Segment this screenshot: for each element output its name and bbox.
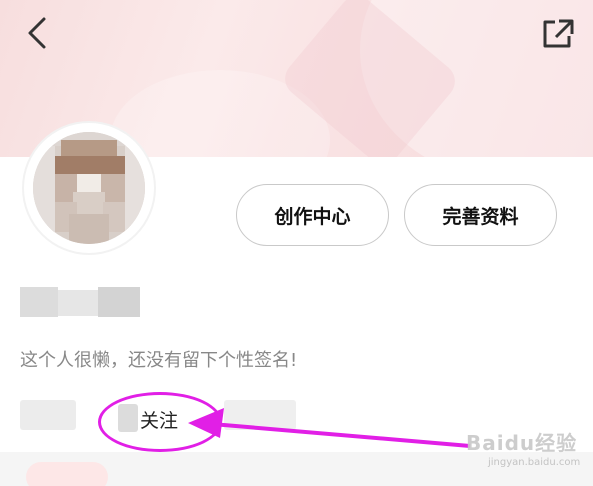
- creator-center-button[interactable]: 创作中心: [236, 184, 389, 246]
- annotation-ellipse: [98, 392, 222, 452]
- watermark-url: jingyan.baidu.com: [488, 457, 581, 468]
- baidu-watermark: Baidu经验 jingyan.baidu.com: [448, 425, 588, 475]
- signature-text: 这个人很懒，还没有留下个性签名!: [20, 350, 298, 371]
- edit-profile-button[interactable]: 完善资料: [404, 184, 557, 246]
- chevron-left-icon: [28, 17, 46, 49]
- share-button[interactable]: [538, 16, 578, 52]
- bottom-pill: [26, 462, 108, 486]
- stat-blur: [224, 400, 296, 430]
- stat-blur: [20, 400, 76, 430]
- external-link-icon: [543, 19, 574, 48]
- back-button[interactable]: [20, 16, 54, 50]
- avatar: [33, 132, 145, 244]
- username-blur: [98, 287, 140, 317]
- username-blur: [20, 287, 58, 317]
- follow-stat[interactable]: 关注: [98, 392, 222, 452]
- username-blur: [58, 290, 98, 316]
- avatar-frame[interactable]: [24, 123, 154, 253]
- watermark-text: Baidu经验: [466, 431, 578, 455]
